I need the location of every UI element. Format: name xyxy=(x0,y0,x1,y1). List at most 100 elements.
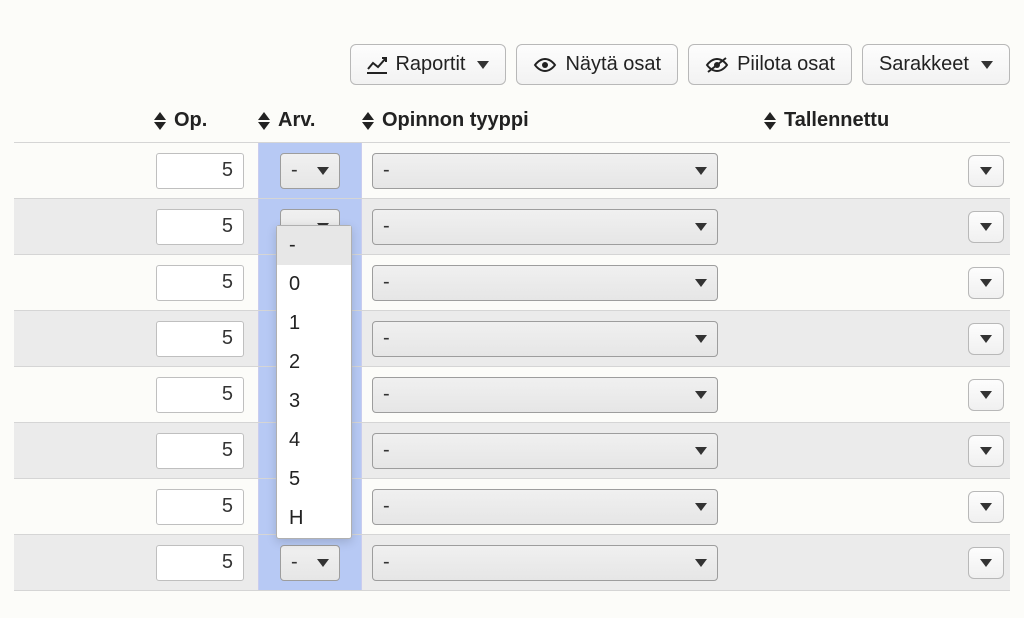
op-input[interactable] xyxy=(156,377,244,413)
chevron-down-icon xyxy=(695,223,707,231)
reports-button[interactable]: Raportit xyxy=(350,44,506,85)
sort-icon xyxy=(154,112,166,130)
arv-option[interactable]: 2 xyxy=(277,343,351,382)
table-row: - - xyxy=(14,143,1010,199)
chevron-down-icon xyxy=(695,447,707,455)
show-parts-button[interactable]: Näytä osat xyxy=(516,44,678,85)
type-value: - xyxy=(383,439,390,462)
row-actions-button[interactable] xyxy=(968,379,1004,411)
caret-down-icon xyxy=(980,447,992,455)
type-value: - xyxy=(383,551,390,574)
arv-dropdown-list[interactable]: -012345H xyxy=(276,225,352,539)
chevron-down-icon xyxy=(695,559,707,567)
arv-option[interactable]: 3 xyxy=(277,382,351,421)
chevron-down-icon xyxy=(317,167,329,175)
arv-option[interactable]: 0 xyxy=(277,265,351,304)
caret-down-icon xyxy=(980,503,992,511)
row-actions-button[interactable] xyxy=(968,267,1004,299)
eye-off-icon xyxy=(705,57,729,73)
chevron-down-icon xyxy=(695,503,707,511)
grid: - - - - xyxy=(14,142,1010,591)
table-row: - - xyxy=(14,423,1010,479)
caret-down-icon xyxy=(980,167,992,175)
reports-label: Raportit xyxy=(395,53,465,76)
caret-down-icon xyxy=(981,61,993,69)
sort-icon xyxy=(764,112,776,130)
table-row: - - xyxy=(14,199,1010,255)
arv-value: - xyxy=(291,551,298,574)
arv-option[interactable]: 4 xyxy=(277,421,351,460)
chevron-down-icon xyxy=(695,391,707,399)
sort-icon xyxy=(258,112,270,130)
type-value: - xyxy=(383,495,390,518)
row-actions-button[interactable] xyxy=(968,547,1004,579)
op-input[interactable] xyxy=(156,545,244,581)
row-actions-button[interactable] xyxy=(968,323,1004,355)
op-input[interactable] xyxy=(156,153,244,189)
hide-parts-button[interactable]: Piilota osat xyxy=(688,44,852,85)
header-op[interactable]: Op. xyxy=(154,109,258,132)
type-select[interactable]: - xyxy=(372,153,718,189)
caret-down-icon xyxy=(980,223,992,231)
chevron-down-icon xyxy=(695,335,707,343)
table-row: - - xyxy=(14,535,1010,591)
op-input[interactable] xyxy=(156,209,244,245)
type-value: - xyxy=(383,159,390,182)
op-input[interactable] xyxy=(156,489,244,525)
header-arv-label: Arv. xyxy=(278,109,315,132)
column-headers: Op. Arv. Opinnon tyyppi Tallennettu xyxy=(14,109,1010,132)
arv-option[interactable]: 1 xyxy=(277,304,351,343)
row-actions-button[interactable] xyxy=(968,491,1004,523)
op-input[interactable] xyxy=(156,321,244,357)
type-value: - xyxy=(383,215,390,238)
caret-down-icon xyxy=(980,559,992,567)
columns-label: Sarakkeet xyxy=(879,53,969,76)
table-row: - - xyxy=(14,367,1010,423)
type-select[interactable]: - xyxy=(372,377,718,413)
type-value: - xyxy=(383,327,390,350)
type-value: - xyxy=(383,383,390,406)
type-select[interactable]: - xyxy=(372,489,718,525)
row-actions-button[interactable] xyxy=(968,155,1004,187)
caret-down-icon xyxy=(980,279,992,287)
header-type[interactable]: Opinnon tyyppi xyxy=(362,109,750,132)
hide-parts-label: Piilota osat xyxy=(737,53,835,76)
caret-down-icon xyxy=(980,335,992,343)
toolbar: Raportit Näytä osat Piilota osat Sarakke… xyxy=(14,0,1010,103)
type-select[interactable]: - xyxy=(372,433,718,469)
arv-select[interactable]: - xyxy=(280,153,340,189)
arv-value: - xyxy=(291,159,298,182)
row-actions-button[interactable] xyxy=(968,435,1004,467)
arv-option[interactable]: 5 xyxy=(277,460,351,499)
arv-select[interactable]: - xyxy=(280,545,340,581)
header-saved-label: Tallennettu xyxy=(784,109,889,132)
toolbar-spacer xyxy=(144,44,340,85)
type-select[interactable]: - xyxy=(372,545,718,581)
type-select[interactable]: - xyxy=(372,321,718,357)
caret-down-icon xyxy=(980,391,992,399)
op-input[interactable] xyxy=(156,265,244,301)
op-input[interactable] xyxy=(156,433,244,469)
show-parts-label: Näytä osat xyxy=(565,53,661,76)
arv-option[interactable]: H xyxy=(277,499,351,538)
chevron-down-icon xyxy=(317,559,329,567)
chart-icon xyxy=(367,56,387,74)
eye-icon xyxy=(533,57,557,73)
type-value: - xyxy=(383,271,390,294)
columns-button[interactable]: Sarakkeet xyxy=(862,44,1010,85)
caret-down-icon xyxy=(477,61,489,69)
header-op-label: Op. xyxy=(174,109,207,132)
header-saved[interactable]: Tallennettu xyxy=(750,109,1010,132)
table-row: - - xyxy=(14,311,1010,367)
header-type-label: Opinnon tyyppi xyxy=(382,109,529,132)
chevron-down-icon xyxy=(695,279,707,287)
type-select[interactable]: - xyxy=(372,209,718,245)
sort-icon xyxy=(362,112,374,130)
header-arv[interactable]: Arv. xyxy=(258,109,362,132)
arv-option[interactable]: - xyxy=(277,226,351,265)
chevron-down-icon xyxy=(695,167,707,175)
table-row: - - xyxy=(14,255,1010,311)
table-row: - - xyxy=(14,479,1010,535)
type-select[interactable]: - xyxy=(372,265,718,301)
row-actions-button[interactable] xyxy=(968,211,1004,243)
